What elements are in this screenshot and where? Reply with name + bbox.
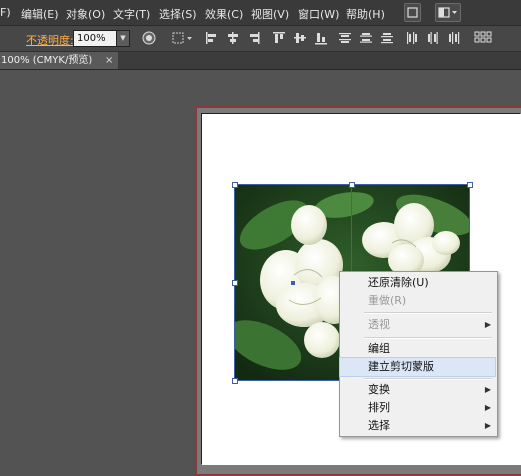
distribute-left-icon[interactable]	[405, 31, 419, 45]
bridge-button[interactable]	[404, 3, 421, 22]
opacity-input[interactable]: 100%	[73, 30, 118, 47]
document-tab-bar: 100% (CMYK/预览) ×	[0, 52, 521, 70]
distribute-center-icon[interactable]	[426, 31, 440, 45]
menu-window[interactable]: 窗口(W)	[298, 6, 339, 22]
submenu-arrow-icon: ▶	[484, 385, 491, 394]
arrange-documents-button[interactable]	[435, 3, 461, 22]
document-tab[interactable]: 100% (CMYK/预览) ×	[0, 52, 118, 69]
menu-item-select[interactable]: 选择 ▶	[340, 417, 495, 435]
menu-file[interactable]: F)	[0, 6, 11, 19]
submenu-arrow-icon: ▶	[484, 403, 491, 412]
align-middle-icon[interactable]	[293, 31, 307, 45]
menu-item-label: 还原清除(U)	[368, 276, 429, 289]
menu-item-label: 编组	[368, 342, 390, 355]
distribute-bottom-icon[interactable]	[380, 31, 394, 45]
submenu-arrow-icon: ▶	[484, 421, 491, 430]
menu-effect[interactable]: 效果(C)	[205, 6, 243, 22]
menu-item-perspective[interactable]: 透视 ▶	[340, 316, 495, 334]
resize-handle-middle-left[interactable]	[232, 280, 238, 286]
resize-handle-top-right[interactable]	[467, 182, 473, 188]
menu-separator	[364, 312, 492, 314]
align-top-icon[interactable]	[272, 31, 286, 45]
menu-item-label: 排列	[368, 401, 390, 414]
menu-edit[interactable]: 编辑(E)	[21, 6, 59, 22]
arrange-documents-icon	[438, 7, 457, 18]
submenu-arrow-icon: ▶	[484, 320, 491, 329]
distribute-top-icon[interactable]	[338, 31, 352, 45]
menu-item-arrange[interactable]: 排列 ▶	[340, 399, 495, 417]
menu-view[interactable]: 视图(V)	[251, 6, 289, 22]
opacity-dropdown-icon[interactable]: ▼	[116, 30, 130, 47]
menu-item-label: 变换	[368, 383, 390, 396]
menu-help[interactable]: 帮助(H)	[346, 6, 385, 22]
menu-item-transform[interactable]: 变换 ▶	[340, 381, 495, 399]
distribute-middle-icon[interactable]	[359, 31, 373, 45]
menu-separator	[364, 378, 492, 380]
menu-item-label: 选择	[368, 419, 390, 432]
opacity-label[interactable]: 不透明度:	[26, 32, 74, 48]
menu-item-make-clipping-mask[interactable]: 建立剪切蒙版	[339, 357, 496, 377]
resize-handle-top-left[interactable]	[232, 182, 238, 188]
recolor-artwork-icon[interactable]	[142, 31, 156, 45]
close-icon[interactable]: ×	[105, 52, 113, 69]
align-bottom-icon[interactable]	[314, 31, 328, 45]
menu-item-label: 重做(R)	[368, 294, 407, 307]
transform-reference-icon[interactable]	[172, 31, 194, 45]
align-center-icon[interactable]	[226, 31, 240, 45]
align-left-icon[interactable]	[205, 31, 219, 45]
context-menu: 还原清除(U) 重做(R) 透视 ▶ 编组 建立剪切蒙版 变换 ▶ 排列 ▶ 选…	[339, 271, 498, 437]
menu-separator	[364, 337, 492, 339]
bridge-icon	[407, 7, 418, 18]
control-bar: 不透明度: 100% ▼	[0, 26, 521, 52]
menu-object[interactable]: 对象(O)	[66, 6, 105, 22]
more-options-icon[interactable]	[474, 31, 492, 45]
menu-item-group[interactable]: 编组	[340, 340, 495, 358]
menu-item-redo[interactable]: 重做(R)	[340, 292, 495, 310]
menu-bar: F) 编辑(E) 对象(O) 文字(T) 选择(S) 效果(C) 视图(V) 窗…	[0, 0, 521, 26]
menu-type[interactable]: 文字(T)	[113, 6, 150, 22]
menu-item-label: 建立剪切蒙版	[368, 360, 434, 373]
distribute-right-icon[interactable]	[447, 31, 461, 45]
menu-item-undo-clear[interactable]: 还原清除(U)	[340, 274, 495, 292]
align-right-icon[interactable]	[247, 31, 261, 45]
center-point	[291, 281, 295, 285]
resize-handle-top-center[interactable]	[349, 182, 355, 188]
menu-select[interactable]: 选择(S)	[159, 6, 197, 22]
resize-handle-bottom-left[interactable]	[232, 378, 238, 384]
menu-item-label: 透视	[368, 318, 390, 331]
document-tab-title: 100% (CMYK/预览)	[1, 55, 93, 66]
